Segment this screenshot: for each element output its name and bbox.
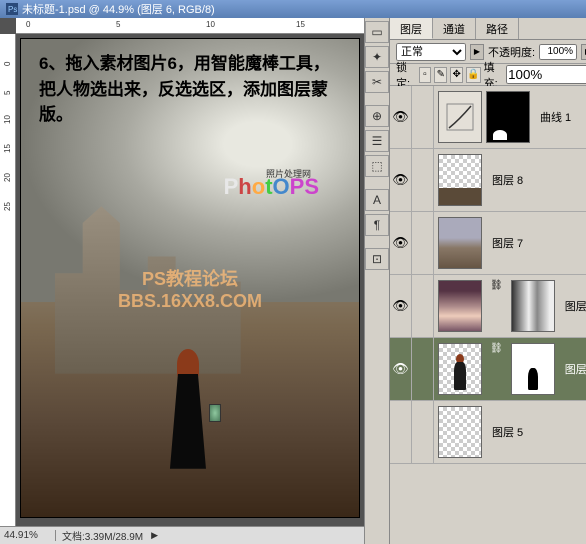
- heal-tool-icon[interactable]: ⊕: [365, 105, 389, 127]
- layer-row-5[interactable]: 图层 5: [390, 401, 586, 464]
- type-tool-icon[interactable]: A: [365, 189, 389, 211]
- visibility-toggle-icon[interactable]: [390, 401, 412, 463]
- lock-all-icon[interactable]: 🔒: [466, 67, 480, 83]
- visibility-toggle-icon[interactable]: 👁: [390, 149, 412, 211]
- layer-name[interactable]: 曲线 1: [534, 109, 571, 125]
- wand-tool-icon[interactable]: ✦: [365, 46, 389, 68]
- panel-lock-row: 锁定: ▫ ✎ ✥ 🔒 填充: ▶: [390, 64, 586, 86]
- visibility-toggle-icon[interactable]: 👁: [390, 338, 412, 400]
- curves-adjustment-icon[interactable]: [438, 91, 482, 143]
- ps-icon: Ps: [6, 3, 18, 15]
- link-column[interactable]: [412, 149, 434, 211]
- layer-row-7a[interactable]: 👁 图层 7: [390, 212, 586, 275]
- layer-list: 👁 曲线 1 👁 图层 8 👁: [390, 86, 586, 544]
- lock-pixels-icon[interactable]: ✎: [434, 67, 447, 83]
- tab-paths[interactable]: 路径: [476, 18, 519, 39]
- mask-link-icon[interactable]: ⛓: [490, 343, 503, 395]
- layer-thumb[interactable]: [438, 280, 482, 332]
- svg-text:Ps: Ps: [8, 5, 17, 14]
- opacity-label: 不透明度:: [488, 44, 535, 60]
- paragraph-tool-icon[interactable]: ¶: [365, 214, 389, 236]
- link-column[interactable]: [412, 275, 434, 337]
- visibility-toggle-icon[interactable]: 👁: [390, 212, 412, 274]
- document-canvas[interactable]: 6、拖入素材图片6，用智能魔棒工具，把人物选出来，反选选区，添加图层蒙版。 照片…: [20, 38, 360, 518]
- layer-name[interactable]: 图层 7: [486, 235, 523, 251]
- layer-row-6[interactable]: 👁 ⛓ 图层 6: [390, 338, 586, 401]
- ruler-vertical[interactable]: 0 5 10 15 20 25: [0, 34, 16, 526]
- layer-row-curves[interactable]: 👁 曲线 1: [390, 86, 586, 149]
- opacity-arrow-icon[interactable]: ▶: [581, 44, 586, 60]
- layer-mask-thumb[interactable]: [486, 91, 530, 143]
- shape-tool-icon[interactable]: ⬚: [365, 155, 389, 177]
- visibility-toggle-icon[interactable]: 👁: [390, 275, 412, 337]
- panel-tabs: 图层 通道 路径: [390, 18, 586, 40]
- layer-name[interactable]: 图层 5: [486, 424, 523, 440]
- layer-thumb[interactable]: [438, 217, 482, 269]
- lock-position-icon[interactable]: ✥: [450, 67, 463, 83]
- fill-input[interactable]: [506, 65, 586, 84]
- layer-row-8[interactable]: 👁 图层 8: [390, 149, 586, 212]
- tab-channels[interactable]: 通道: [433, 18, 476, 39]
- window-titlebar: Ps 未标题-1.psd @ 44.9% (图层 6, RGB/8): [0, 0, 586, 18]
- visibility-toggle-icon[interactable]: 👁: [390, 86, 412, 148]
- layer-name[interactable]: 图层 6: [559, 361, 586, 377]
- ruler-horizontal[interactable]: 0 5 10 15: [16, 18, 364, 34]
- layer-mask-thumb[interactable]: [511, 280, 555, 332]
- photops-logo: PhotOPS: [224, 174, 319, 200]
- link-column[interactable]: [412, 212, 434, 274]
- zoom-level[interactable]: 44.91%: [0, 530, 56, 541]
- vertical-toolbar: ▭ ✦ ✂ ⊕ ☰ ⬚ A ¶ ⊡: [364, 18, 390, 544]
- list-tool-icon[interactable]: ☰: [365, 130, 389, 152]
- layer-mask-thumb[interactable]: [511, 343, 555, 395]
- watermark: PS教程论坛 BBS.16XX8.COM: [118, 269, 262, 312]
- mask-link-icon[interactable]: ⛓: [490, 280, 503, 332]
- document-size: 文档:3.39M/28.9M: [56, 528, 149, 543]
- nav-tool-icon[interactable]: ▭: [365, 21, 389, 43]
- layers-panel: 图层 通道 路径 正常 ▶ 不透明度: ▶ 锁定: ▫ ✎ ✥ 🔒 填充: ▶ …: [390, 18, 586, 544]
- link-column[interactable]: [412, 86, 434, 148]
- window-title: 未标题-1.psd @ 44.9% (图层 6, RGB/8): [22, 1, 215, 17]
- layer-name[interactable]: 图层 7: [559, 298, 586, 314]
- blend-arrow-icon[interactable]: ▶: [470, 44, 484, 60]
- status-bar: 44.91% 文档:3.39M/28.9M ▶: [0, 526, 364, 544]
- layer-row-7b[interactable]: 👁 ⛓ 图层 7: [390, 275, 586, 338]
- link-column[interactable]: [412, 338, 434, 400]
- canvas-area: 0 5 10 15 0 5 10 15 20 25 6、拖入素材图片6，用智能魔…: [0, 18, 364, 544]
- view-tool-icon[interactable]: ⊡: [365, 248, 389, 270]
- instruction-text: 6、拖入素材图片6，用智能魔棒工具，把人物选出来，反选选区，添加图层蒙版。: [39, 51, 341, 128]
- link-column[interactable]: [412, 401, 434, 463]
- layer-thumb[interactable]: [438, 343, 482, 395]
- layer-name[interactable]: 图层 8: [486, 172, 523, 188]
- layer-thumb[interactable]: [438, 154, 482, 206]
- crop-tool-icon[interactable]: ✂: [365, 71, 389, 93]
- tab-layers[interactable]: 图层: [390, 18, 433, 39]
- layer-thumb[interactable]: [438, 406, 482, 458]
- status-arrow-icon[interactable]: ▶: [151, 530, 158, 541]
- figure-graphic: [163, 349, 213, 479]
- lock-transparent-icon[interactable]: ▫: [419, 67, 432, 83]
- opacity-input[interactable]: [539, 44, 577, 60]
